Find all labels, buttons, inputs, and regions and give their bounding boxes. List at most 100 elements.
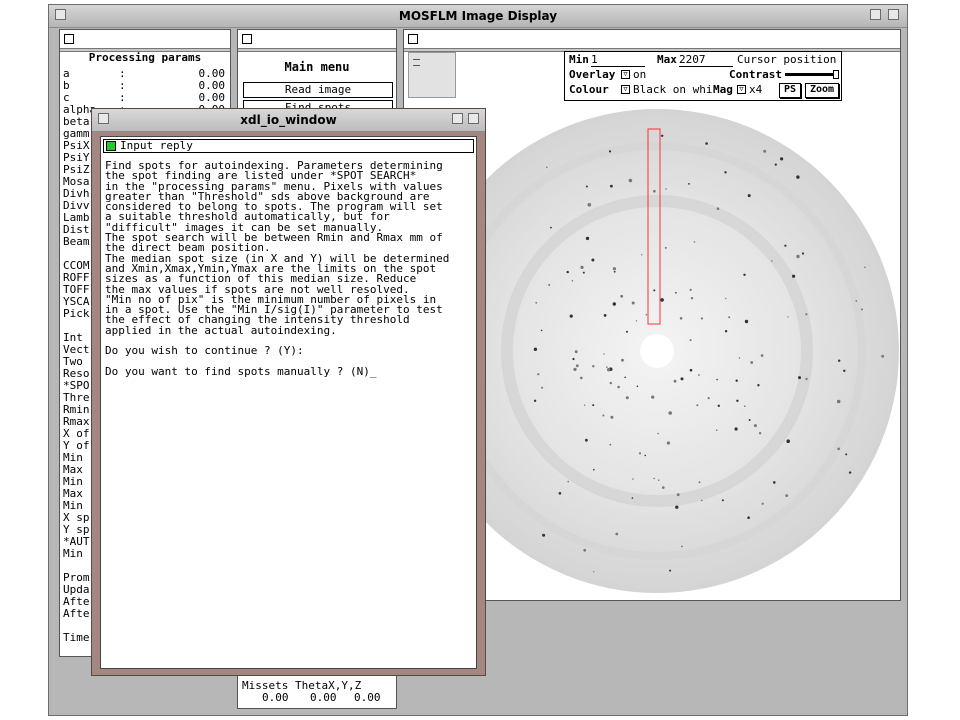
diffraction-spot bbox=[728, 316, 731, 319]
diffraction-spot bbox=[675, 292, 677, 294]
diffraction-spot bbox=[666, 441, 670, 445]
diffraction-spot bbox=[571, 280, 574, 282]
param-row-truncated[interactable]: Time bbox=[63, 632, 90, 644]
diffraction-spot bbox=[533, 399, 537, 402]
diffraction-spot bbox=[632, 478, 634, 480]
diffraction-spot bbox=[748, 419, 751, 421]
param-row-truncated[interactable]: Beam bbox=[63, 236, 90, 248]
diffraction-spot bbox=[607, 368, 611, 372]
diffraction-spot bbox=[681, 545, 683, 548]
diffraction-spot bbox=[771, 260, 773, 262]
diffraction-spot bbox=[707, 397, 710, 400]
diffraction-spot bbox=[628, 178, 633, 183]
diffraction-spot bbox=[669, 569, 672, 572]
diffraction-spot bbox=[773, 481, 776, 484]
io-minimize-icon[interactable] bbox=[452, 113, 463, 124]
diffraction-spot bbox=[838, 359, 841, 362]
diffraction-spot bbox=[787, 316, 789, 318]
io-title-bar[interactable]: xdl_io_window bbox=[92, 109, 485, 132]
diffraction-spot bbox=[881, 354, 885, 358]
io-text-line: Do you wish to continue ? (Y): bbox=[105, 344, 304, 358]
contrast-slider[interactable] bbox=[785, 70, 839, 79]
display-controls: Min 1 Max 2207 Cursor position Overlay ▽… bbox=[564, 51, 842, 101]
menu-checkbox[interactable] bbox=[242, 34, 252, 44]
diffraction-spot bbox=[688, 183, 690, 185]
diffraction-spot bbox=[550, 226, 552, 229]
beam-stop-icon bbox=[640, 334, 674, 368]
diffraction-spot bbox=[631, 301, 635, 305]
diffraction-spot bbox=[613, 270, 616, 273]
minimize-icon[interactable] bbox=[870, 9, 881, 20]
diffraction-spot bbox=[738, 357, 741, 359]
diffraction-spot bbox=[780, 157, 784, 161]
diffraction-spot bbox=[784, 244, 787, 247]
diffraction-spot bbox=[542, 533, 546, 537]
colour-dropdown-icon[interactable]: ▽ bbox=[621, 85, 630, 94]
diffraction-spot bbox=[761, 502, 764, 505]
diffraction-spot bbox=[585, 185, 588, 188]
diffraction-spot bbox=[724, 330, 728, 333]
param-row-truncated[interactable]: Afte bbox=[63, 608, 90, 620]
diffraction-spot bbox=[837, 447, 840, 451]
diffraction-spot bbox=[575, 364, 579, 368]
diffraction-spot bbox=[608, 150, 612, 153]
missets-label: Missets ThetaX,Y,Z bbox=[242, 679, 362, 692]
diffraction-spot bbox=[665, 188, 667, 190]
io-maximize-icon[interactable] bbox=[468, 113, 479, 124]
diffraction-spot bbox=[593, 571, 595, 573]
diffraction-spot bbox=[569, 314, 573, 318]
ps-button[interactable]: PS bbox=[779, 83, 801, 98]
param-row-truncated[interactable]: Min bbox=[63, 548, 83, 560]
diffraction-spot bbox=[626, 330, 628, 333]
diffraction-spot bbox=[636, 385, 639, 388]
zoom-button[interactable]: Zoom bbox=[805, 83, 839, 98]
diffraction-spot bbox=[653, 189, 656, 193]
diffraction-spot bbox=[668, 411, 672, 415]
diffraction-spot bbox=[638, 452, 642, 455]
diffraction-spot bbox=[855, 300, 858, 302]
diffraction-spot bbox=[644, 454, 646, 457]
contrast-slider-handle[interactable] bbox=[833, 70, 839, 79]
diffraction-spot bbox=[592, 404, 595, 407]
diffraction-spot bbox=[836, 399, 841, 404]
diffraction-spot bbox=[587, 203, 592, 207]
colour-value: Black on whi bbox=[633, 83, 713, 96]
main-title-bar[interactable]: MOSFLM Image Display bbox=[49, 5, 907, 28]
diffraction-spot bbox=[602, 414, 605, 417]
diffraction-spot bbox=[786, 439, 790, 444]
diffraction-spot bbox=[680, 377, 684, 381]
params-checkbox[interactable] bbox=[64, 34, 74, 44]
overlay-value: on bbox=[633, 68, 647, 81]
read-image-button[interactable]: Read image bbox=[243, 82, 393, 98]
overlay-dropdown-icon[interactable]: ▽ bbox=[621, 70, 630, 79]
mag-dropdown-icon[interactable]: ▽ bbox=[737, 85, 746, 94]
input-reply-bar[interactable]: Input reply bbox=[103, 139, 474, 153]
min-input[interactable]: 1 bbox=[591, 54, 645, 67]
thumbnail-image[interactable] bbox=[408, 52, 456, 98]
diffraction-spot bbox=[615, 532, 619, 536]
param-row-truncated[interactable]: Pick bbox=[63, 308, 90, 320]
menu-separator[interactable] bbox=[238, 48, 396, 52]
diffraction-spot bbox=[716, 207, 720, 210]
maximize-icon[interactable] bbox=[888, 9, 899, 20]
diffraction-spot bbox=[721, 499, 724, 502]
diffraction-spot bbox=[698, 374, 700, 376]
max-input[interactable]: 2207 bbox=[679, 54, 733, 67]
diffraction-spot bbox=[693, 241, 696, 243]
io-window-title: xdl_io_window bbox=[240, 113, 337, 127]
diffraction-spot bbox=[574, 350, 578, 354]
image-checkbox[interactable] bbox=[408, 34, 418, 44]
diffraction-spot bbox=[763, 149, 767, 153]
diffraction-spot bbox=[612, 267, 616, 271]
diffraction-spot bbox=[606, 366, 608, 368]
mag-value: x4 bbox=[749, 83, 763, 96]
diffraction-spot bbox=[747, 194, 751, 198]
diffraction-spot bbox=[798, 376, 801, 380]
diffraction-spot bbox=[696, 404, 699, 407]
diffraction-spot bbox=[585, 236, 590, 241]
diffraction-spot bbox=[572, 357, 575, 361]
diffraction-spot bbox=[774, 163, 777, 166]
diffraction-spot bbox=[698, 481, 701, 484]
diffraction-spot bbox=[583, 548, 587, 552]
diffraction-spot bbox=[861, 308, 863, 311]
